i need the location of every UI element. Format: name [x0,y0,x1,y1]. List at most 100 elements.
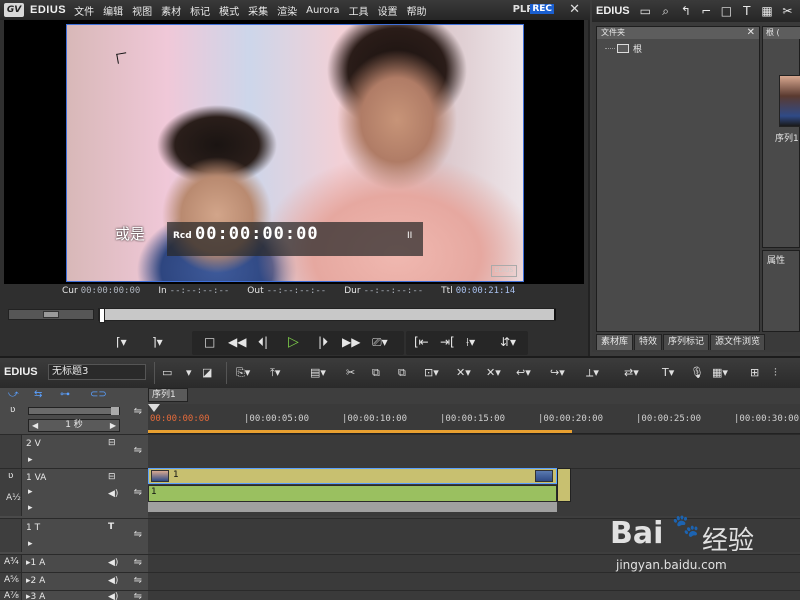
zoom-knob[interactable] [111,407,119,415]
tab-sequence-markers[interactable]: 序列标记 [663,334,710,350]
expand-arrow-icon[interactable]: ▸ [28,487,33,497]
menu-tools[interactable]: 工具 [349,3,369,18]
speaker-icon[interactable]: ◀) [108,558,118,568]
open-project-icon[interactable]: ⤒▾ [270,366,280,380]
replace-icon[interactable]: ⟊▾ [466,333,475,351]
menu-mode[interactable]: 模式 [219,3,239,18]
expand-arrow-icon[interactable]: ▸ [28,455,33,465]
root-folder-item[interactable]: 根 [605,42,642,55]
track-expand-icon[interactable]: ʋ [10,405,15,415]
play-icon[interactable]: ▷ [288,333,299,351]
project-name-field[interactable]: 无标题3 [48,364,146,380]
add-cut-icon[interactable]: ⟂▾ [586,366,599,380]
lane-2v[interactable] [148,434,800,468]
menu-clip[interactable]: 素材 [161,3,181,18]
cut-icon[interactable]: ✂ [346,366,355,379]
shuttle-knob[interactable] [43,311,59,318]
insert-icon[interactable]: [⇤ [414,333,429,351]
timescale-next-icon[interactable]: ▶ [110,420,116,431]
render-icon[interactable]: ▦▾ [712,366,728,379]
menu-render[interactable]: 渲染 [277,3,297,18]
microphone-icon[interactable]: 🎙 [690,366,704,379]
track-header-1va[interactable]: ʋ A½ 1 VA ⊟ ▸ ◀) ▸ ⇋ [0,468,148,516]
track-header-2a[interactable]: A⅚ ▸2 A ◀) ⇋ [0,572,148,590]
open-icon[interactable]: ⌐ [699,3,714,19]
tab-sequence-1[interactable]: 序列1 [148,388,188,402]
new-sequence-icon[interactable]: ⎘▾ [236,366,250,380]
step-forward-icon[interactable]: |⏵ [318,333,328,351]
speaker-icon[interactable]: ◀) [108,576,118,586]
folder-icon[interactable]: ▭ [638,3,653,19]
track-sync-icon[interactable]: ⇋ [134,487,142,498]
folder-close-icon[interactable]: ✕ [747,27,755,39]
track-header-1a[interactable]: A¾ ▸1 A ◀) ⇋ [0,554,148,572]
shuttle-slider[interactable] [8,309,94,320]
menu-capture[interactable]: 采集 [248,3,268,18]
track-expand-icon[interactable]: ʋ [8,471,13,481]
zoom-slider[interactable] [28,407,120,415]
step-back-icon[interactable]: ⏴| [258,333,268,351]
transition-icon[interactable]: ⇄▾ [624,366,639,379]
set-out-icon[interactable]: ⌉▾ [152,333,163,351]
title-icon[interactable]: T [108,522,114,532]
copy-icon[interactable]: ⧉ [372,366,380,380]
tab-asset-bin[interactable]: 素材库 [596,334,634,350]
up-folder-icon[interactable]: ↰ [678,3,693,19]
menu-marker[interactable]: 标记 [190,3,210,18]
track-sync-icon[interactable]: ⇋ [134,406,142,417]
tab-effects[interactable]: 特效 [634,334,663,350]
ripple-delete-icon[interactable]: ✕▾ [486,366,501,379]
track-sync-icon[interactable]: ⇋ [134,445,142,456]
title-icon[interactable]: T▾ [662,366,674,379]
position-handle[interactable] [99,308,105,323]
cut-icon[interactable]: ✂ [780,3,795,19]
audio-channel-icon[interactable]: A½ [6,493,21,503]
video-clip[interactable]: 1 [148,468,557,484]
track-header-1t[interactable]: 1 T T ▸ ⇋ [0,518,148,552]
time-ruler[interactable]: 00:00:00:00 |00:00:05:00 |00:00:10:00 |0… [148,404,800,434]
overwrite-icon[interactable]: ⇥[ [440,333,455,351]
paste-insert-icon[interactable]: ⊡▾ [424,366,439,379]
video-mute-icon[interactable]: ⊟ [108,472,116,482]
track-header-2v[interactable]: 2 V ⊟ ▸ ⇋ [0,434,148,468]
menu-file[interactable]: 文件 [74,3,94,18]
audio-channel-icon[interactable]: A¾ [4,557,19,567]
save-project-icon[interactable]: ▤▾ [310,366,326,379]
position-bar[interactable] [98,308,556,323]
ripple-mode-icon[interactable]: ◪ [202,366,212,379]
output-icon[interactable]: ⇵▾ [500,333,516,351]
loop-icon[interactable]: ⎚▾ [372,333,388,351]
timescale-field[interactable]: ◀ 1 秒 ▶ [28,419,120,432]
track-header-3a[interactable]: A⅞ ▸3 A ◀) ⇋ [0,590,148,600]
set-in-icon[interactable]: ⌈▾ [116,333,127,351]
tab-source-browser[interactable]: 源文件浏览 [710,334,766,350]
speaker-icon[interactable]: ◀) [108,592,118,600]
menu-aurora[interactable]: Aurora [306,5,339,16]
playhead-marker[interactable] [148,404,160,412]
menu-view[interactable]: 视图 [132,3,152,18]
clip-thumbnail[interactable] [779,75,800,127]
track-link-icon[interactable]: ⤻ [8,389,19,400]
insert-mode-icon[interactable]: ▾ [186,366,192,379]
paste-icon[interactable]: ⧉ [398,366,406,380]
track-ripple-icon[interactable]: ⊶ [60,389,70,400]
rec-mode-button[interactable]: REC [530,4,554,14]
speaker-icon[interactable]: ◀) [108,489,118,499]
expand-arrow-icon[interactable]: ▸ [28,539,33,549]
track-sync-icon[interactable]: ⇋ [134,575,142,586]
track-sync-icon[interactable]: ⇋ [134,529,142,540]
fast-forward-icon[interactable]: ▶▶ [342,333,360,351]
mixer-icon[interactable]: ⫶ [774,366,777,380]
delete-icon[interactable]: ✕▾ [456,366,471,379]
audio-clip[interactable]: 1 [148,485,557,502]
video-frame[interactable]: 或是 Rcd 00:00:00:00 II EDIUS [66,24,524,282]
track-sync-icon[interactable]: ⇋ [134,591,142,600]
menu-settings[interactable]: 设置 [378,3,398,18]
audio-channel-icon[interactable]: A⅚ [4,575,19,585]
clip-name[interactable]: 序列1 [775,131,799,144]
track-group-icon[interactable]: ⊂⊃ [90,389,107,400]
add-clip-icon[interactable]: □ [719,3,734,19]
redo-icon[interactable]: ↪▾ [550,366,565,379]
title-icon[interactable]: T [739,3,754,19]
undo-icon[interactable]: ↩▾ [516,366,531,379]
